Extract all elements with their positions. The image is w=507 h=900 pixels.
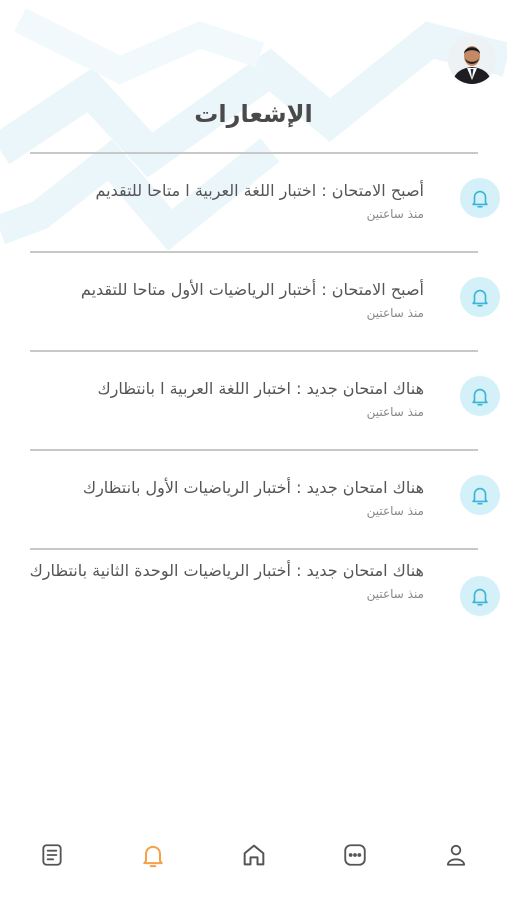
chat-icon[interactable]: [340, 840, 370, 870]
notification-message: هناك امتحان جديد : اختبار اللغة العربية …: [97, 379, 424, 398]
avatar[interactable]: [448, 36, 496, 84]
notification-time: منذ ساعتين: [366, 207, 424, 221]
notification-item[interactable]: أصبح الامتحان : أختبار الرياضيات الأول م…: [30, 253, 500, 350]
home-icon[interactable]: [239, 840, 269, 870]
notification-item[interactable]: أصبح الامتحان : اختبار اللغة العربية ا م…: [30, 154, 500, 251]
bell-icon[interactable]: [138, 840, 168, 870]
document-icon[interactable]: [37, 840, 67, 870]
bell-icon: [460, 277, 500, 317]
notification-time: منذ ساعتين: [366, 306, 424, 320]
notification-item[interactable]: هناك امتحان جديد : اختبار اللغة العربية …: [30, 352, 500, 449]
profile-icon[interactable]: [441, 840, 471, 870]
page-title: الإشعارات: [194, 100, 313, 128]
notification-message: هناك امتحان جديد : أختبار الرياضيات الوح…: [29, 561, 424, 580]
profile-photo: [448, 36, 496, 84]
bell-icon: [460, 576, 500, 616]
notification-time: منذ ساعتين: [366, 587, 424, 601]
notification-time: منذ ساعتين: [366, 405, 424, 419]
bell-icon: [460, 178, 500, 218]
bell-icon: [460, 376, 500, 416]
notification-time: منذ ساعتين: [366, 504, 424, 518]
notification-item[interactable]: هناك امتحان جديد : أختبار الرياضيات الأو…: [30, 451, 500, 548]
notification-message: أصبح الامتحان : أختبار الرياضيات الأول م…: [80, 280, 424, 299]
notification-list: أصبح الامتحان : اختبار اللغة العربية ا م…: [30, 152, 500, 651]
notification-message: أصبح الامتحان : اختبار اللغة العربية ا م…: [95, 181, 425, 200]
bottom-nav: [0, 830, 507, 882]
notification-item[interactable]: هناك امتحان جديد : أختبار الرياضيات الوح…: [30, 550, 500, 651]
bell-icon: [460, 475, 500, 515]
notification-message: هناك امتحان جديد : أختبار الرياضيات الأو…: [82, 478, 424, 497]
